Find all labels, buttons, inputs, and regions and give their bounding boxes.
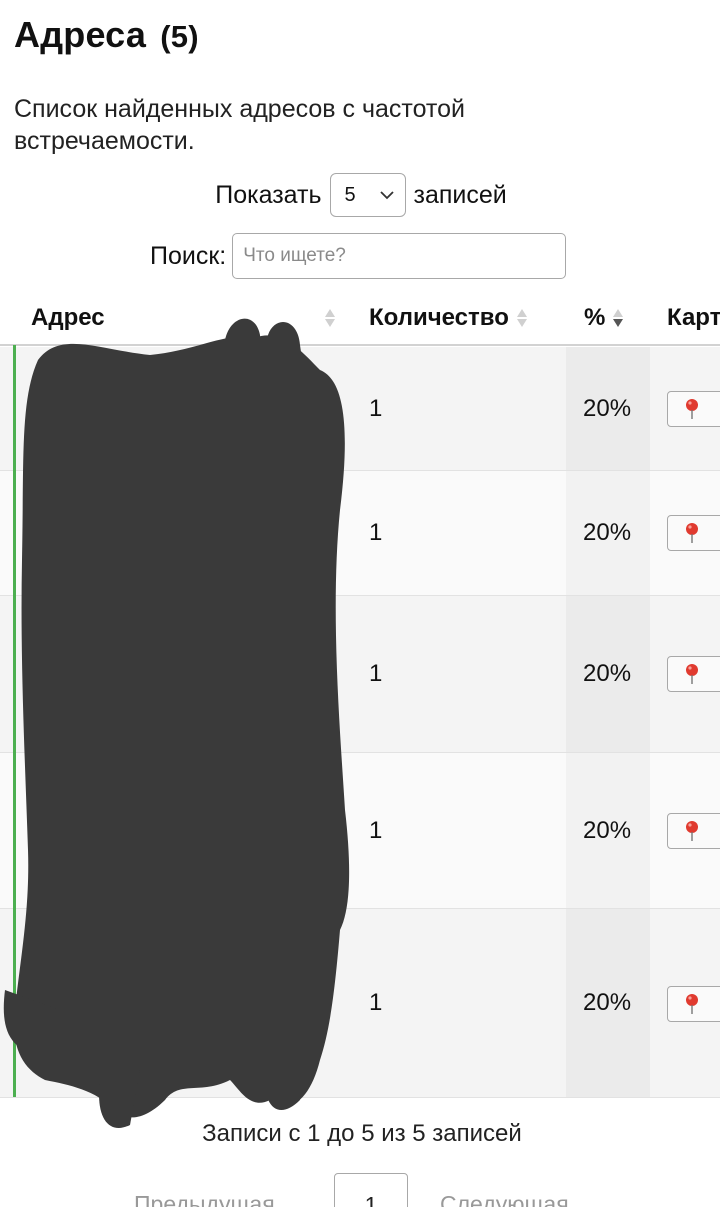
sort-icon <box>325 309 335 327</box>
length-menu-suffix: записей <box>413 180 507 209</box>
show-on-map-button[interactable] <box>667 986 720 1022</box>
percent-cell: 20% <box>583 816 632 844</box>
map-pin-icon <box>686 994 698 1014</box>
page-size-select[interactable]: 5 <box>329 173 406 217</box>
pagination: Предыдущая 1 Следующая <box>134 1173 569 1207</box>
current-page-button[interactable]: 1 <box>334 1173 408 1207</box>
percent-cell: 20% <box>583 519 632 546</box>
count-cell: 1 <box>369 660 383 687</box>
table-header: Адрес Количество % Карт <box>0 290 720 346</box>
count-cell: 1 <box>369 816 383 844</box>
map-pin-icon <box>686 821 698 841</box>
page-size-value: 5 <box>344 183 356 206</box>
table-row: 1 20% <box>0 347 720 471</box>
percent-cell: 20% <box>583 394 632 422</box>
page: Адреса (5) Список найденных адресов с ча… <box>0 0 720 1207</box>
show-on-map-button[interactable] <box>667 813 720 849</box>
table-row: 1 20% <box>0 471 720 596</box>
column-header-percent[interactable]: % <box>584 290 624 346</box>
address-count: (5) <box>160 19 199 54</box>
column-header-address-label: Адрес <box>31 304 105 331</box>
selection-accent-bar <box>13 345 16 1097</box>
sort-icon <box>516 309 527 327</box>
show-on-map-button[interactable] <box>667 515 720 551</box>
page-title-text: Адреса <box>14 14 147 55</box>
count-cell: 1 <box>369 394 383 422</box>
table-info: Записи с 1 до 5 из 5 записей <box>202 1120 522 1147</box>
map-pin-icon <box>686 399 698 419</box>
map-pin-icon <box>686 523 698 543</box>
sort-desc-icon <box>613 309 624 327</box>
count-cell: 1 <box>369 519 383 546</box>
previous-page-button[interactable]: Предыдущая <box>134 1173 334 1207</box>
next-page-button[interactable]: Следующая <box>440 1173 569 1207</box>
length-menu-label: Показать <box>215 180 322 209</box>
search-input[interactable] <box>232 233 567 279</box>
percent-cell: 20% <box>583 660 632 687</box>
table-row: 1 20% <box>0 909 720 1098</box>
table-row: 1 20% <box>0 753 720 909</box>
chevron-down-icon <box>379 191 394 200</box>
search-bar: Поиск: <box>150 233 567 279</box>
show-on-map-button[interactable] <box>667 391 720 427</box>
column-header-percent-label: % <box>584 304 606 331</box>
count-cell: 1 <box>369 989 383 1016</box>
length-menu: Показать 5 записей <box>1 173 720 217</box>
show-on-map-button[interactable] <box>667 656 720 692</box>
table-row: 1 20% <box>0 596 720 753</box>
map-pin-icon <box>686 664 698 684</box>
column-header-map-label: Карт <box>667 304 720 331</box>
addresses-table: Адрес Количество % Карт 1 20% 1 20% 1 20… <box>0 290 720 1098</box>
column-header-address[interactable]: Адрес <box>31 290 335 346</box>
page-title: Адреса (5) <box>14 14 199 56</box>
column-header-count[interactable]: Количество <box>369 290 527 346</box>
column-header-map: Карт <box>667 290 720 346</box>
percent-cell: 20% <box>583 989 632 1016</box>
search-label: Поиск: <box>150 241 227 270</box>
column-header-count-label: Количество <box>369 304 509 331</box>
page-description: Список найденных адресов с частотой встр… <box>14 95 465 155</box>
